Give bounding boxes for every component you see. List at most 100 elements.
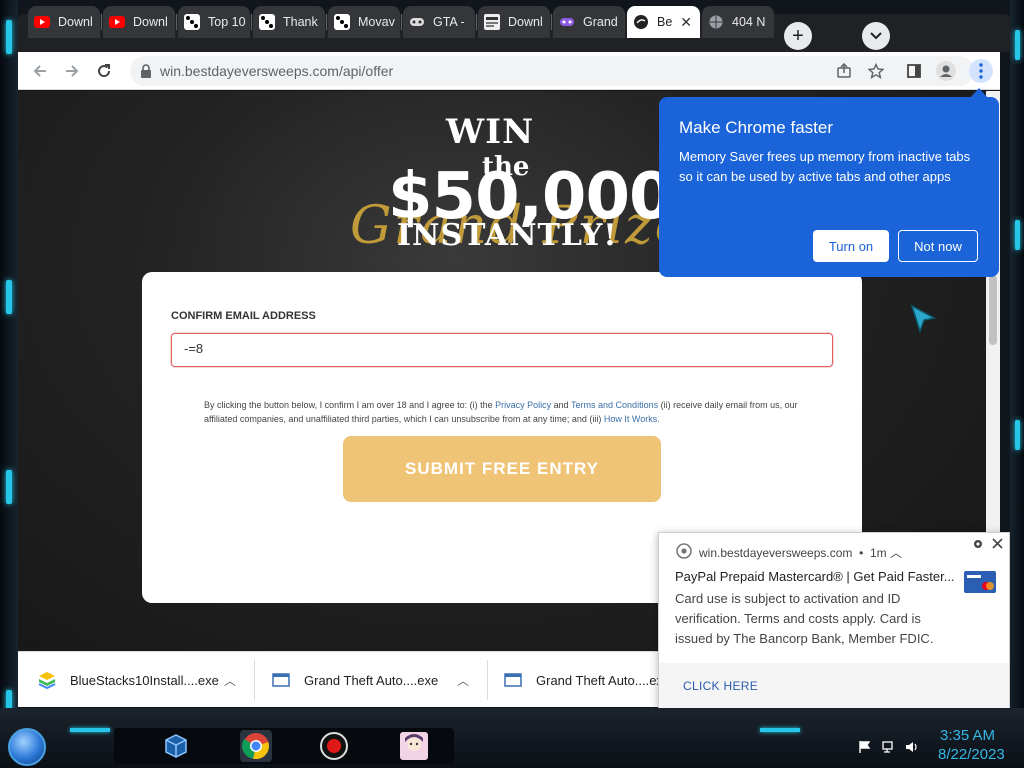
dice-icon — [334, 14, 350, 30]
tab-label: GTA - — [433, 15, 465, 29]
tab-label: Downl — [58, 15, 93, 29]
download-site-icon — [484, 14, 500, 30]
taskbar-decor — [760, 728, 800, 732]
back-button[interactable] — [30, 61, 50, 81]
tab-label: 404 N — [732, 15, 766, 29]
download-item[interactable]: BlueStacks10Install....exe ︿ — [38, 652, 236, 708]
hero-instantly-text: INSTANTLY! — [397, 218, 618, 253]
recorder-app[interactable] — [318, 730, 350, 762]
not-now-button[interactable]: Not now — [898, 230, 978, 262]
profile-button[interactable] — [936, 61, 956, 81]
submit-entry-button[interactable]: SUBMIT FREE ENTRY — [343, 436, 661, 502]
tab-label: Downl — [508, 15, 543, 29]
reload-icon — [98, 64, 111, 78]
anime-app[interactable] — [398, 730, 430, 762]
email-field[interactable]: -=8 — [171, 333, 833, 367]
browser-toolbar: win.bestdayeversweeps.com/api/offer — [18, 52, 1000, 90]
installer-icon — [272, 673, 290, 687]
youtube-icon — [34, 14, 50, 30]
scrollbar-thumb[interactable] — [989, 275, 997, 345]
notification-footer: CLICK HERE — [659, 663, 1009, 708]
youtube-icon — [109, 14, 125, 30]
close-icon[interactable] — [992, 538, 1003, 549]
avatar-icon — [936, 61, 956, 81]
mouse-cursor-icon — [910, 304, 937, 334]
paypal-card-icon — [964, 571, 996, 593]
download-filename: BlueStacks10Install....exe — [70, 672, 219, 688]
site-icon — [633, 14, 649, 30]
tab-10[interactable]: 404 N — [702, 6, 774, 38]
side-panel-button[interactable] — [904, 61, 924, 81]
gamepad-icon — [409, 14, 425, 30]
virtualbox-app[interactable] — [160, 730, 192, 762]
download-filename: Grand Theft Auto....exe — [304, 672, 439, 688]
start-button[interactable] — [8, 728, 46, 766]
terms-link[interactable]: Terms and Conditions — [571, 400, 658, 410]
chevron-down-icon — [870, 32, 882, 40]
chevron-up-icon[interactable]: ︿ — [457, 672, 469, 689]
tab-label: Grand — [583, 15, 618, 29]
tab-8[interactable]: Grand — [553, 6, 625, 38]
push-notification[interactable]: win.bestdayeversweeps.com • 1m ︿ PayPal … — [658, 532, 1010, 708]
frame-left-decor — [0, 0, 18, 768]
dice-icon — [184, 14, 200, 30]
chrome-logo-icon — [242, 733, 269, 760]
address-bar[interactable]: win.bestdayeversweeps.com/api/offer — [130, 56, 974, 86]
globe-icon — [708, 14, 724, 30]
tab-active[interactable]: Be ✕ — [627, 6, 700, 38]
notification-body: Card use is subject to activation and ID… — [675, 591, 934, 646]
tab-label: Thank — [283, 15, 318, 29]
installer-icon — [504, 673, 522, 687]
memory-saver-popup: Make Chrome faster Memory Saver frees up… — [659, 97, 999, 277]
forward-button[interactable] — [62, 61, 82, 81]
tab-4[interactable]: Thank — [253, 6, 325, 38]
chrome-app[interactable] — [240, 730, 272, 762]
tab-5[interactable]: Movav — [328, 6, 400, 38]
url-text: win.bestdayeversweeps.com/api/offer — [160, 63, 394, 79]
popup-body: Memory Saver frees up memory from inacti… — [679, 149, 971, 184]
volume-icon[interactable] — [905, 740, 919, 754]
tab-label: Movav — [358, 15, 395, 29]
gear-icon[interactable] — [972, 538, 984, 550]
tab-search-button[interactable] — [862, 22, 890, 50]
lock-icon[interactable] — [138, 63, 154, 79]
clock-time[interactable]: 3:35 AM — [940, 727, 995, 744]
tab-1[interactable]: Downl — [28, 6, 100, 38]
close-tab-icon[interactable]: ✕ — [680, 14, 692, 31]
network-icon[interactable] — [882, 740, 896, 754]
privacy-policy-link[interactable]: Privacy Policy — [495, 400, 551, 410]
popup-title: Make Chrome faster — [679, 118, 833, 137]
click-here-button[interactable]: CLICK HERE — [683, 679, 758, 693]
chrome-menu-button[interactable] — [969, 59, 993, 83]
email-label: CONFIRM EMAIL ADDRESS — [171, 310, 316, 322]
hero-win-text: WIN — [446, 112, 535, 152]
side-panel-icon — [907, 64, 921, 78]
notification-title: PayPal Prepaid Mastercard® | Get Paid Fa… — [675, 569, 955, 584]
tab-6[interactable]: GTA - — [403, 6, 475, 38]
tab-3[interactable]: Top 10 — [178, 6, 250, 38]
plus-icon: + — [792, 25, 804, 47]
clock-date[interactable]: 8/22/2023 — [938, 746, 1005, 763]
how-it-works-link[interactable]: How It Works. — [604, 414, 660, 424]
taskbar-decor — [70, 728, 110, 732]
bookmark-star-icon[interactable] — [868, 63, 884, 79]
action-center-flag-icon[interactable] — [858, 740, 872, 754]
notification-site: win.bestdayeversweeps.com • 1m ︿ — [699, 546, 902, 560]
purple-gamepad-icon — [559, 14, 575, 30]
download-item[interactable]: Grand Theft Auto....exe ︿ — [272, 652, 469, 708]
tab-7[interactable]: Downl — [478, 6, 550, 38]
frame-right-decor — [1010, 0, 1024, 768]
chrome-icon — [676, 543, 692, 559]
download-filename: Grand Theft Auto....exe — [536, 672, 671, 688]
tab-label: Top 10 — [208, 15, 246, 29]
share-icon[interactable] — [836, 63, 852, 79]
dice-icon — [259, 14, 275, 30]
download-item[interactable]: Grand Theft Auto....exe — [504, 652, 670, 708]
reload-button[interactable] — [94, 61, 114, 81]
tab-label: Downl — [133, 15, 168, 29]
chevron-up-icon[interactable]: ︿ — [224, 672, 236, 689]
virtualbox-icon — [165, 734, 187, 758]
turn-on-button[interactable]: Turn on — [813, 230, 889, 262]
new-tab-button[interactable]: + — [784, 22, 812, 50]
tab-2[interactable]: Downl — [103, 6, 175, 38]
